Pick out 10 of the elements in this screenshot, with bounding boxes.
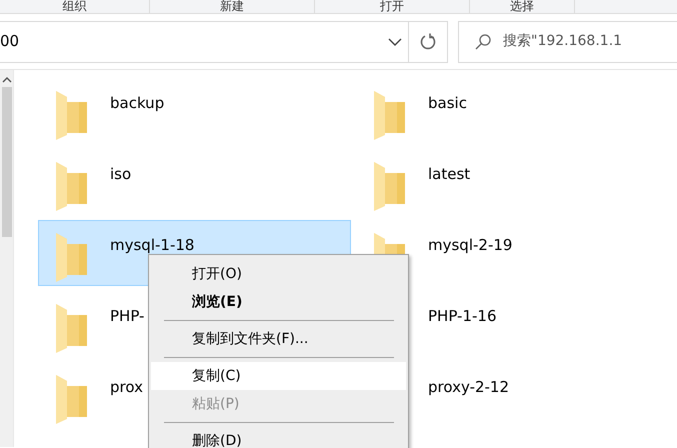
folder-name: backup <box>110 94 164 112</box>
folder-name: prox <box>110 378 143 396</box>
folder-name: proxy-2-12 <box>428 378 510 396</box>
folder-name: basic <box>428 94 467 112</box>
folder-name: PHP-1-16 <box>428 307 496 325</box>
folder-name: latest <box>428 165 470 183</box>
folder-name: mysql-2-19 <box>428 236 512 254</box>
folder-name: PHP- <box>110 307 144 325</box>
folder-name: iso <box>110 165 132 183</box>
folder-name: mysql-1-18 <box>110 236 194 254</box>
